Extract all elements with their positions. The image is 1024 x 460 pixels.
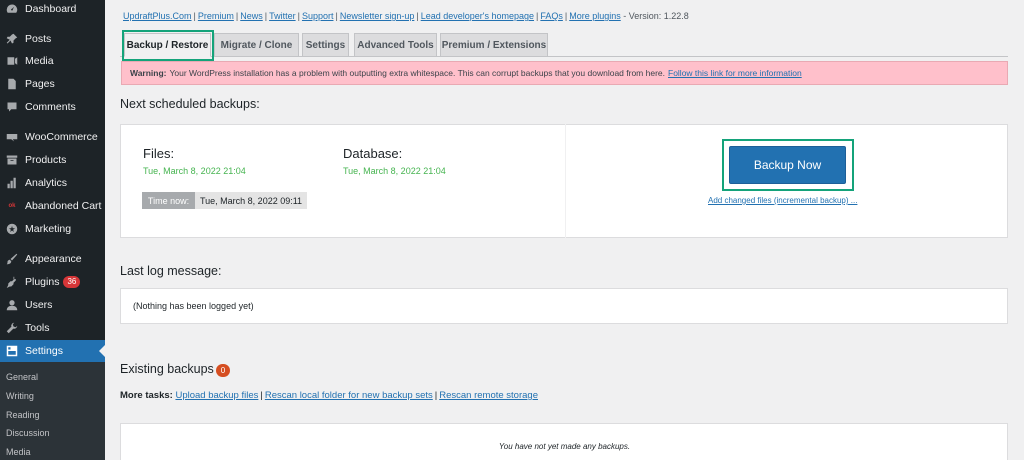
page-icon: [5, 77, 19, 91]
time-now-label: Time now:: [142, 192, 195, 209]
menu-appearance[interactable]: Appearance: [0, 248, 105, 270]
link-twitter[interactable]: Twitter: [269, 11, 296, 21]
users-icon: [5, 298, 19, 312]
menu-media[interactable]: Media: [0, 50, 105, 72]
admin-sidebar: Dashboard Posts Media Pages Comments Woo…: [0, 0, 105, 460]
menu-abandoned-cart[interactable]: ok Abandoned Cart: [0, 195, 105, 217]
submenu-discussion[interactable]: Discussion: [6, 428, 50, 438]
archive-icon: [5, 153, 19, 167]
more-tasks-bar: More tasks: Upload backup files | Rescan l…: [120, 390, 538, 401]
tab-highlight-frame: [122, 30, 214, 61]
settings-icon: [5, 344, 19, 358]
cart-icon: ok: [8, 203, 16, 209]
menu-label: Settings: [25, 345, 63, 357]
link-updraftplus[interactable]: UpdraftPlus.Com: [123, 11, 192, 21]
plug-icon: [5, 275, 19, 289]
woo-icon: [5, 130, 19, 144]
menu-analytics[interactable]: Analytics: [0, 172, 105, 194]
settings-submenu: General Writing Reading Discussion Media: [0, 362, 105, 460]
link-lead-developer[interactable]: Lead developer's homepage: [421, 11, 534, 21]
warning-more-info-link[interactable]: Follow this link for more information: [668, 68, 802, 78]
warning-label: Warning:: [130, 68, 167, 78]
tab-premium-extensions[interactable]: Premium / Extensions: [440, 33, 548, 57]
link-support[interactable]: Support: [302, 11, 334, 21]
menu-label: Appearance: [25, 253, 82, 265]
menu-label: Products: [25, 154, 67, 166]
link-premium[interactable]: Premium: [198, 11, 234, 21]
menu-pages[interactable]: Pages: [0, 73, 105, 95]
tab-advanced-tools[interactable]: Advanced Tools: [354, 33, 437, 57]
link-newsletter[interactable]: Newsletter sign-up: [340, 11, 415, 21]
menu-woocommerce[interactable]: WooCommerce: [0, 126, 105, 148]
scheduled-backups-panel: [120, 124, 1008, 238]
menu-label: WooCommerce: [25, 131, 98, 143]
dashboard-icon: [5, 2, 19, 16]
menu-settings[interactable]: Settings: [0, 340, 105, 362]
submenu-media[interactable]: Media: [6, 447, 31, 457]
tab-settings[interactable]: Settings: [302, 33, 349, 57]
wrench-icon: [5, 321, 19, 335]
no-backups-text: You have not yet made any backups.: [498, 442, 631, 451]
menu-label: Marketing: [25, 223, 72, 235]
link-news[interactable]: News: [240, 11, 263, 21]
panel-divider: [565, 124, 566, 238]
existing-backups-heading: Existing backups: [120, 362, 214, 376]
files-next-date: Tue, March 8, 2022 21:04: [143, 166, 246, 176]
menu-posts[interactable]: Posts: [0, 28, 105, 50]
upload-backup-files-link[interactable]: Upload backup files: [175, 390, 258, 401]
files-label: Files:: [143, 146, 175, 161]
menu-label: Pages: [25, 78, 55, 90]
tab-migrate-clone[interactable]: Migrate / Clone: [214, 33, 299, 57]
existing-backups-count-badge: 0: [216, 364, 230, 377]
warning-text: Your WordPress installation has a proble…: [169, 68, 665, 78]
menu-comments[interactable]: Comments: [0, 96, 105, 118]
megaphone-icon: [5, 222, 19, 236]
menu-label: Abandoned Cart: [25, 200, 102, 212]
last-log-heading: Last log message:: [120, 264, 222, 278]
comment-icon: [5, 100, 19, 114]
menu-label: Dashboard: [25, 3, 77, 15]
pin-icon: [5, 32, 19, 46]
link-more-plugins[interactable]: More plugins: [569, 11, 621, 21]
time-now-value: Tue, March 8, 2022 09:11: [195, 192, 307, 209]
chart-icon: [5, 176, 19, 190]
database-next-date: Tue, March 8, 2022 21:04: [343, 166, 446, 176]
plugin-links-bar: UpdraftPlus.Com | Premium | News | Twitter | Sup…: [123, 11, 689, 21]
rescan-remote-storage-link[interactable]: Rescan remote storage: [439, 390, 538, 401]
menu-label: Tools: [25, 322, 50, 334]
rescan-local-folder-link[interactable]: Rescan local folder for new backup sets: [265, 390, 433, 401]
menu-label: Plugins: [25, 276, 60, 288]
menu-tools[interactable]: Tools: [0, 317, 105, 339]
incremental-backup-link[interactable]: Add changed files (incremental backup) .…: [708, 196, 857, 205]
more-tasks-label: More tasks:: [120, 390, 173, 401]
menu-label: Media: [25, 55, 54, 67]
submenu-writing[interactable]: Writing: [6, 391, 34, 401]
menu-dashboard[interactable]: Dashboard: [0, 0, 105, 20]
submenu-reading[interactable]: Reading: [6, 410, 40, 420]
plugins-update-badge: 36: [63, 276, 81, 288]
menu-plugins[interactable]: Plugins 36: [0, 271, 105, 293]
menu-products[interactable]: Products: [0, 149, 105, 171]
link-faqs[interactable]: FAQs: [540, 11, 563, 21]
menu-marketing[interactable]: Marketing: [0, 218, 105, 240]
brush-icon: [5, 252, 19, 266]
menu-label: Comments: [25, 101, 76, 113]
menu-label: Analytics: [25, 177, 68, 189]
backup-now-button[interactable]: Backup Now: [729, 146, 846, 184]
submenu-general[interactable]: General: [6, 372, 38, 382]
menu-label: Users: [25, 299, 53, 311]
version-text: - Version: 1.22.8: [623, 11, 689, 21]
log-message-text: (Nothing has been logged yet): [133, 301, 254, 311]
whitespace-warning-notice: Warning: Your WordPress installation has…: [121, 61, 1008, 85]
menu-users[interactable]: Users: [0, 294, 105, 316]
database-label: Database:: [343, 146, 403, 161]
menu-label: Posts: [25, 33, 52, 45]
scheduled-backups-heading: Next scheduled backups:: [120, 97, 260, 111]
media-icon: [5, 54, 19, 68]
